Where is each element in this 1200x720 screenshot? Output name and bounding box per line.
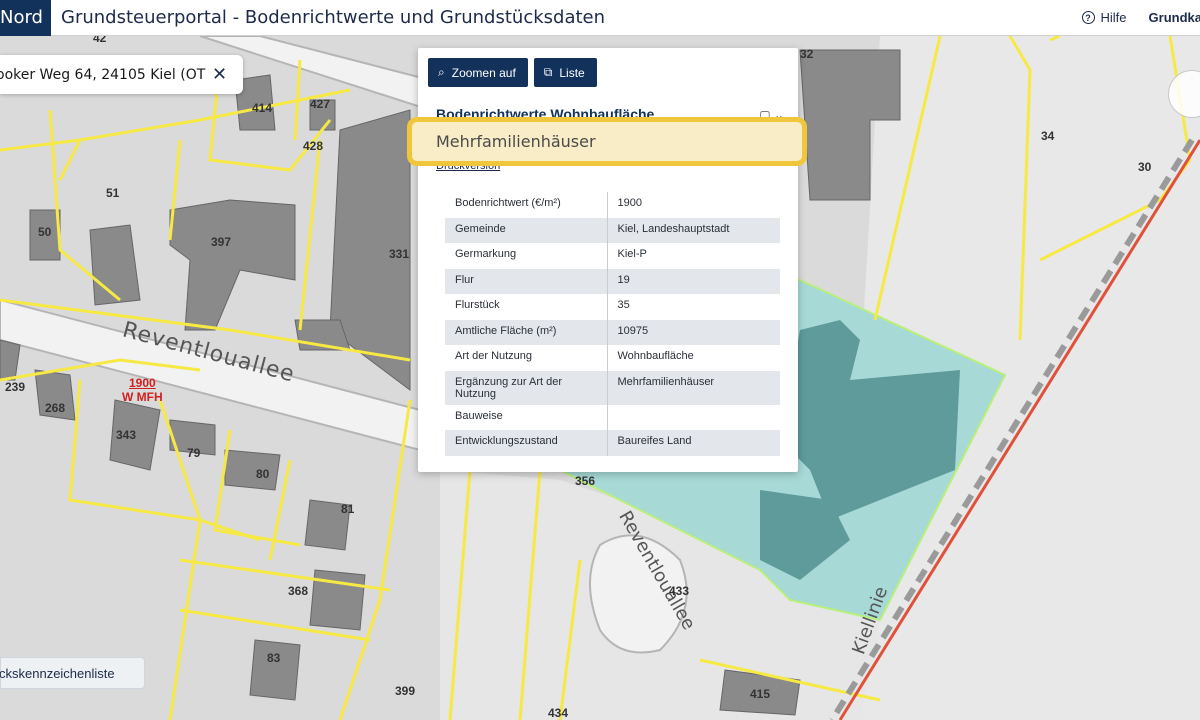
parcel-number: 30: [1138, 160, 1152, 174]
row-value: Kiel-P: [617, 248, 647, 260]
parcel-number: 428: [303, 139, 324, 153]
parcel-number: 81: [341, 502, 355, 516]
page-title: Grundsteuerportal - Bodenrichtwerte und …: [61, 7, 606, 28]
table-row: Amtliche Fläche (m²) 10975: [445, 319, 780, 345]
identifier-list-button[interactable]: ckskennzeichenliste: [0, 657, 145, 689]
brand-logo[interactable]: Nord: [0, 0, 51, 36]
price-label: 1900: [129, 376, 156, 390]
parcel-number: 83: [267, 651, 281, 665]
table-row: Flur 19: [445, 268, 780, 294]
table-row: Art der Nutzung Wohnbaufläche: [445, 345, 780, 371]
row-label: Art der Nutzung: [445, 345, 608, 371]
row-value: 35: [617, 299, 630, 311]
parcel-number: 414: [252, 101, 273, 115]
row-value: 1900: [617, 197, 642, 209]
help-icon: ?: [1081, 11, 1095, 24]
row-value: 10975: [607, 319, 780, 345]
basemap-selector[interactable]: Grundka: [1149, 10, 1200, 25]
row-label: Bodenrichtwert (€/m²): [445, 192, 608, 218]
row-label: Gemeinde: [445, 217, 608, 243]
row-value: [607, 405, 780, 431]
parcel-number: 80: [256, 467, 270, 481]
row-value: 19: [607, 268, 780, 294]
parcel-number: 343: [116, 428, 137, 442]
parcel-number: 397: [211, 235, 232, 249]
info-panel: ⌕ Zoomen auf ⧉ Liste Bodenrichtwerte Woh…: [418, 48, 798, 472]
row-label: Bauweise: [445, 404, 608, 430]
table-row: Flurstück 35: [445, 294, 780, 320]
row-value: Mehrfamilienhäuser: [607, 370, 780, 405]
parcel-number: 356: [575, 474, 596, 488]
parcel-number: 399: [395, 684, 416, 698]
parcel-number: 434: [548, 706, 569, 720]
row-value: Kiel, Landeshauptstadt: [607, 217, 780, 243]
parcel-number: 368: [288, 584, 309, 598]
row-label: Entwicklungszustand: [445, 430, 608, 456]
zoom-label: Zoomen auf: [451, 65, 516, 80]
help-button[interactable]: ? Hilfe: [1081, 10, 1127, 25]
parcel-number: 331: [389, 247, 410, 261]
highlight-callout: Mehrfamilienhäuser: [407, 117, 807, 166]
table-row: Bauweise: [445, 404, 780, 431]
parcel-number: 268: [45, 401, 66, 415]
parcel-number: 239: [5, 380, 26, 394]
close-icon[interactable]: ✕: [212, 64, 227, 85]
table-row: Entwicklungszustand Baureifes Land: [445, 430, 780, 456]
help-label: Hilfe: [1100, 10, 1127, 25]
brand-text: Nord: [0, 7, 43, 28]
parcel-number: 427: [310, 97, 331, 111]
parcel-number: 51: [106, 186, 120, 200]
list-button[interactable]: ⧉ Liste: [533, 58, 597, 87]
table-row: Bodenrichtwert (€/m²) 1900: [445, 192, 780, 218]
search-result-chip[interactable]: ooker Weg 64, 24105 Kiel (OT Dü ✕: [0, 55, 243, 94]
external-list-icon: ⧉: [543, 65, 553, 79]
zoom-icon: ⌕: [438, 65, 445, 79]
price-sub-label: W MFH: [122, 390, 163, 404]
table-row: Gemeinde Kiel, Landeshauptstadt: [445, 217, 780, 243]
parcel-number: 433: [669, 584, 690, 598]
row-label: Amtliche Fläche (m²): [445, 319, 608, 345]
parcel-number: 415: [750, 687, 771, 701]
search-value: ooker Weg 64, 24105 Kiel (OT Dü: [0, 66, 206, 83]
parcel-number: 34: [1041, 129, 1055, 143]
highlight-text: Mehrfamilienhäuser: [436, 132, 596, 151]
attribute-table: Bodenrichtwert (€/m²) 1900 Gemeinde Kiel, L…: [445, 192, 780, 456]
row-label: Germarkung: [445, 243, 608, 269]
parcel-number: 50: [38, 225, 52, 239]
zoom-button[interactable]: ⌕ Zoomen auf: [428, 58, 528, 87]
row-value: Wohnbaufläche: [617, 350, 694, 362]
list-label: Liste: [559, 65, 585, 80]
row-label: Flur: [445, 268, 608, 294]
app-header: Nord Grundsteuerportal - Bodenrichtwerte…: [0, 0, 1200, 36]
table-row: Ergänzung zur Art der Nutzung Mehrfamilie…: [445, 370, 780, 405]
parcel-number: 32: [800, 47, 814, 61]
parcel-number: 79: [187, 446, 201, 460]
row-value: Baureifes Land: [607, 430, 780, 456]
row-label: Flurstück: [445, 294, 608, 320]
table-row: Germarkung Kiel-P: [445, 243, 780, 269]
row-label: Ergänzung zur Art der Nutzung: [445, 370, 608, 405]
identifier-list-label: ckskennzeichenliste: [0, 665, 115, 681]
